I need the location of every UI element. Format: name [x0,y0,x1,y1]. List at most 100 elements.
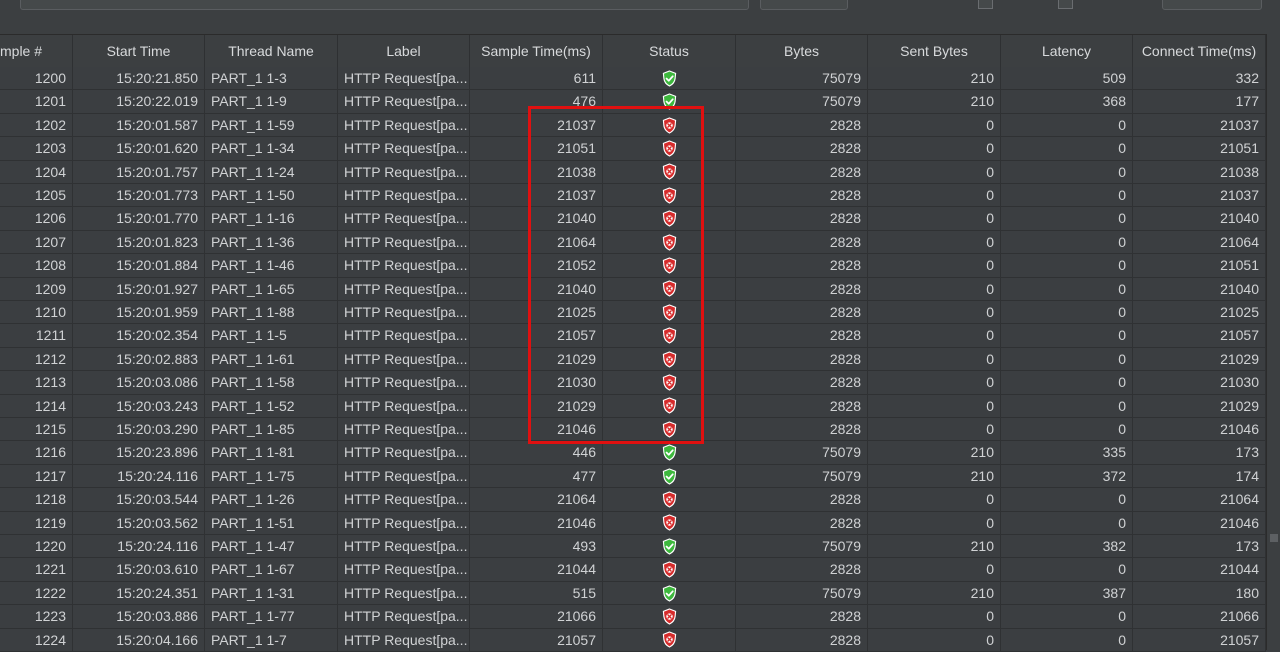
latency-cell: 0 [1001,277,1133,301]
table-row[interactable]: 1223 15:20:03.886 PART_1 1-77 HTTP Request[… [0,605,1266,629]
search-input[interactable] [20,0,749,10]
scrollbar-thumb[interactable] [1270,534,1278,542]
table-row[interactable]: 1204 15:20:01.757 PART_1 1-24 HTTP Request[… [0,160,1266,184]
col-header-thread-name[interactable]: Thread Name [205,35,338,67]
start-time-cell: 15:20:01.620 [73,137,205,161]
start-time-cell: 15:20:01.927 [73,277,205,301]
col-header-bytes[interactable]: Bytes [736,35,868,67]
label-cell: HTTP Request[pa... [338,230,470,254]
vertical-scrollbar[interactable] [1266,34,1280,650]
table-row[interactable]: 1208 15:20:01.884 PART_1 1-46 HTTP Request[… [0,254,1266,278]
start-time-cell: 15:20:01.884 [73,254,205,278]
reset-button[interactable] [1162,0,1262,10]
sample-number-cell: 1207 [0,230,73,254]
sample-number-cell: 1212 [0,347,73,371]
table-row[interactable]: 1219 15:20:03.562 PART_1 1-51 HTTP Request[… [0,511,1266,535]
table-row[interactable]: 1217 15:20:24.116 PART_1 1-75 HTTP Request[… [0,464,1266,489]
bytes-cell: 2828 [736,254,868,278]
sent-bytes-cell: 210 [868,535,1001,558]
status-cell [603,230,736,254]
table-header: mple # Start Time Thread Name Label Samp… [0,34,1266,68]
latency-cell: 0 [1001,488,1133,512]
thread-name-cell: PART_1 1-65 [205,277,338,301]
col-header-latency[interactable]: Latency [1001,35,1133,67]
status-cell [603,441,736,465]
option-checkbox-2[interactable] [1058,0,1073,9]
thread-name-cell: PART_1 1-16 [205,207,338,231]
label-cell: HTTP Request[pa... [338,558,470,582]
sample-time-cell: 21040 [470,207,603,231]
label-cell: HTTP Request[pa... [338,113,470,137]
col-header-connect-time[interactable]: Connect Time(ms) [1133,35,1266,67]
latency-cell: 0 [1001,113,1133,137]
table-row[interactable]: 1211 15:20:02.354 PART_1 1-5 HTTP Request[p… [0,324,1266,348]
col-header-sent-bytes[interactable]: Sent Bytes [868,35,1001,67]
label-cell: HTTP Request[pa... [338,184,470,207]
latency-cell: 0 [1001,347,1133,371]
option-checkbox-1[interactable] [978,0,993,9]
connect-time-cell: 173 [1133,441,1266,465]
label-cell: HTTP Request[pa... [338,535,470,558]
connect-time-cell: 21051 [1133,254,1266,278]
col-header-sample[interactable]: mple # [0,35,73,67]
status-cell [603,113,736,137]
table-row[interactable]: 1201 15:20:22.019 PART_1 1-9 HTTP Request[p… [0,90,1266,114]
sent-bytes-cell: 0 [868,184,1001,207]
table-row[interactable]: 1213 15:20:03.086 PART_1 1-58 HTTP Request[… [0,371,1266,395]
start-time-cell: 15:20:03.886 [73,605,205,629]
table-row[interactable]: 1209 15:20:01.927 PART_1 1-65 HTTP Request[… [0,277,1266,301]
sample-number-cell: 1223 [0,605,73,629]
sent-bytes-cell: 0 [868,160,1001,184]
bytes-cell: 2828 [736,137,868,161]
table-row[interactable]: 1212 15:20:02.883 PART_1 1-61 HTTP Request[… [0,347,1266,372]
table-row[interactable]: 1210 15:20:01.959 PART_1 1-88 HTTP Request[… [0,301,1266,325]
col-header-status[interactable]: Status [603,35,736,67]
col-header-start-time[interactable]: Start Time [73,35,205,67]
start-time-cell: 15:20:24.351 [73,581,205,605]
label-cell: HTTP Request[pa... [338,90,470,114]
latency-cell: 387 [1001,581,1133,605]
latency-cell: 0 [1001,301,1133,324]
sent-bytes-cell: 210 [868,67,1001,90]
sent-bytes-cell: 0 [868,371,1001,395]
table-row[interactable]: 1207 15:20:01.823 PART_1 1-36 HTTP Request[… [0,230,1266,255]
table-row[interactable]: 1205 15:20:01.773 PART_1 1-50 HTTP Request[… [0,184,1266,208]
connect-time-cell: 21037 [1133,184,1266,207]
sent-bytes-cell: 0 [868,394,1001,418]
col-header-sample-time[interactable]: Sample Time(ms) [470,35,603,67]
sample-number-cell: 1209 [0,277,73,301]
status-cell [603,488,736,512]
sample-time-cell: 21066 [470,605,603,629]
status-cell [603,67,736,90]
table-row[interactable]: 1214 15:20:03.243 PART_1 1-52 HTTP Request[… [0,394,1266,418]
table-row[interactable]: 1203 15:20:01.620 PART_1 1-34 HTTP Request[… [0,137,1266,161]
sample-time-cell: 21029 [470,394,603,418]
sample-number-cell: 1221 [0,558,73,582]
table-row[interactable]: 1220 15:20:24.116 PART_1 1-47 HTTP Request[… [0,535,1266,559]
error-shield-icon [662,374,677,391]
table-row[interactable]: 1202 15:20:01.587 PART_1 1-59 HTTP Request[… [0,113,1266,138]
table-row[interactable]: 1200 15:20:21.850 PART_1 1-3 HTTP Request[p… [0,67,1266,91]
search-button[interactable] [760,0,848,10]
connect-time-cell: 21044 [1133,558,1266,582]
label-cell: HTTP Request[pa... [338,277,470,301]
sent-bytes-cell: 0 [868,301,1001,324]
sent-bytes-cell: 0 [868,254,1001,278]
table-row[interactable]: 1222 15:20:24.351 PART_1 1-31 HTTP Request[… [0,581,1266,606]
bytes-cell: 2828 [736,371,868,395]
thread-name-cell: PART_1 1-51 [205,511,338,535]
table-row[interactable]: 1215 15:20:03.290 PART_1 1-85 HTTP Request[… [0,418,1266,442]
table-row[interactable]: 1221 15:20:03.610 PART_1 1-67 HTTP Request[… [0,558,1266,582]
status-cell [603,324,736,348]
latency-cell: 0 [1001,184,1133,207]
col-header-label[interactable]: Label [338,35,470,67]
thread-name-cell: PART_1 1-47 [205,535,338,558]
bytes-cell: 2828 [736,558,868,582]
table-row[interactable]: 1218 15:20:03.544 PART_1 1-26 HTTP Request[… [0,488,1266,512]
table-row[interactable]: 1206 15:20:01.770 PART_1 1-16 HTTP Request[… [0,207,1266,231]
error-shield-icon [662,561,677,578]
connect-time-cell: 21046 [1133,511,1266,535]
table-row[interactable]: 1224 15:20:04.166 PART_1 1-7 HTTP Request[p… [0,628,1266,652]
table-row[interactable]: 1216 15:20:23.896 PART_1 1-81 HTTP Request[… [0,441,1266,465]
connect-time-cell: 174 [1133,464,1266,488]
